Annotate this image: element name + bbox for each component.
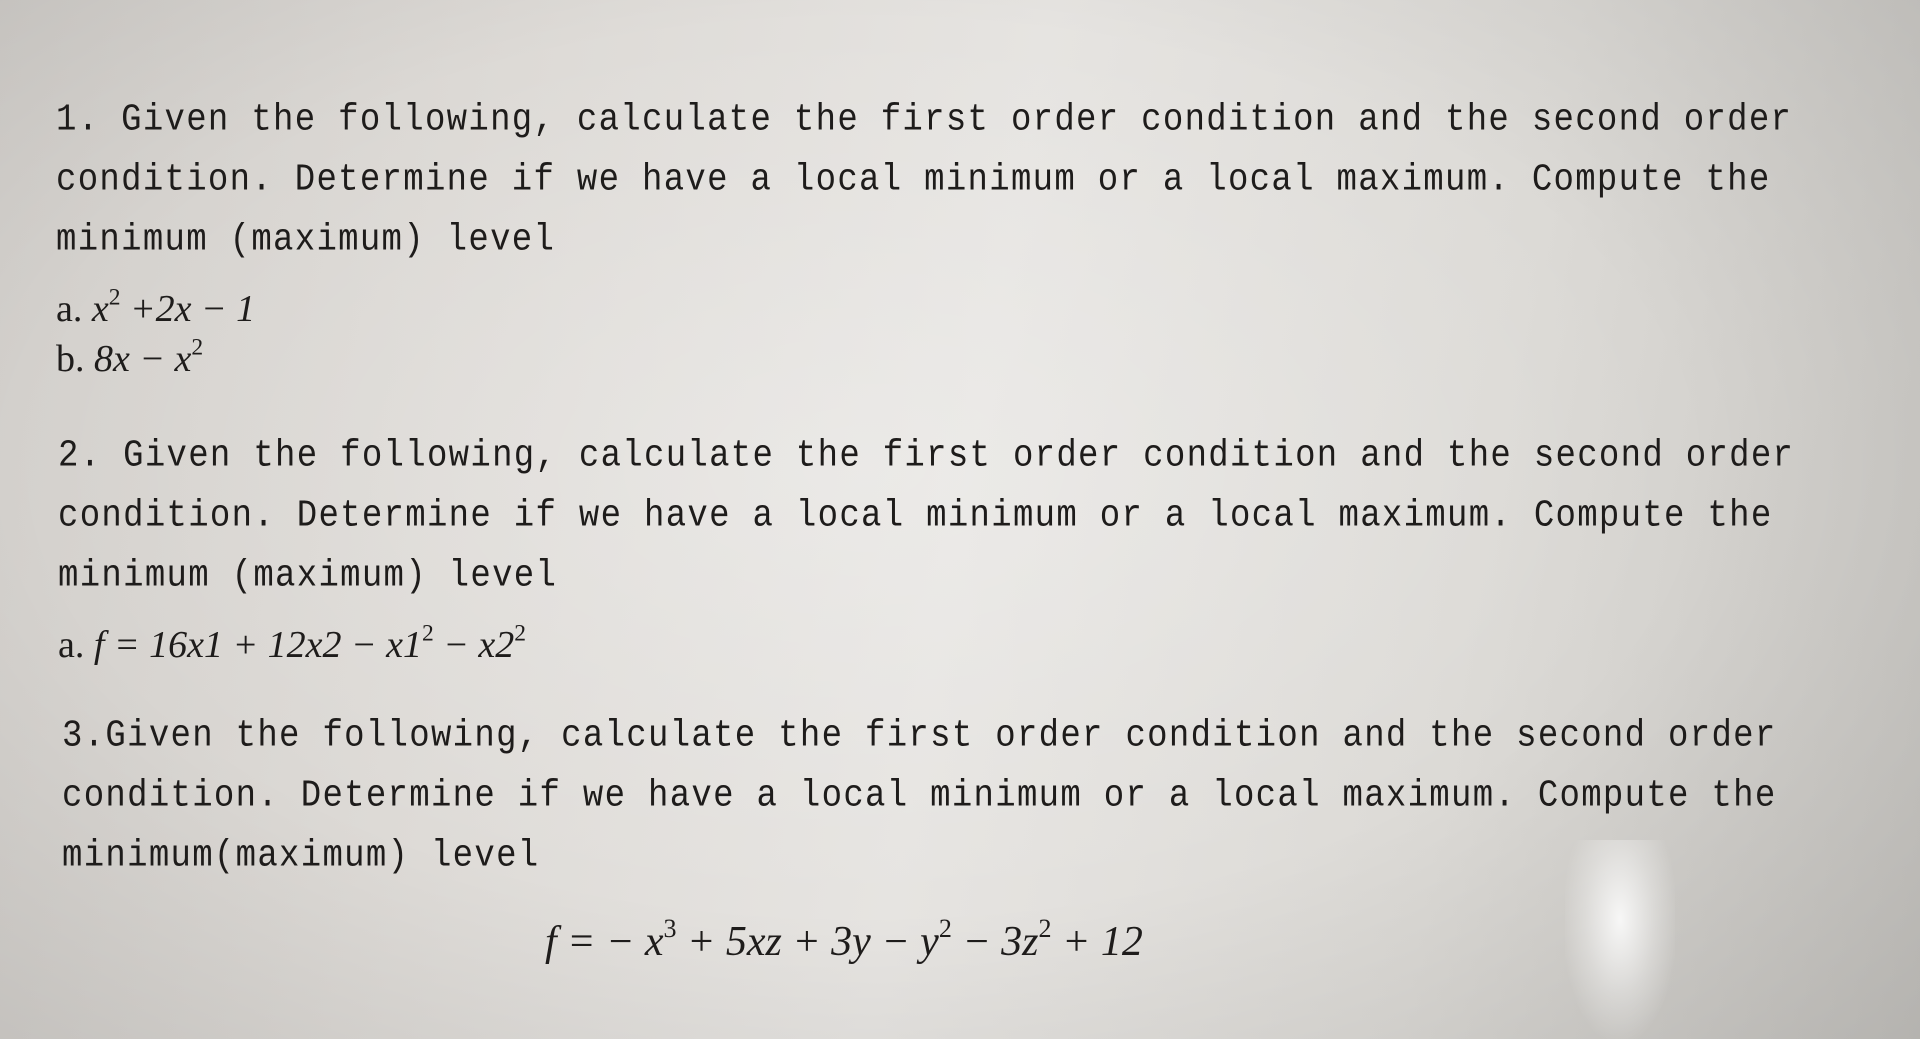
item-expression: +2x − 1	[120, 288, 256, 330]
function-symbol: f	[93, 624, 105, 666]
formula-exponent-3: 2	[1038, 913, 1052, 943]
formula-part-1: = − x	[556, 919, 664, 965]
formula-exponent-1: 3	[663, 913, 677, 943]
question-1-line-2: condition. Determine if we have a local …	[56, 159, 1771, 202]
formula-part-3: − 3z	[951, 919, 1039, 965]
question-3-line-3: minimum(maximum) level	[62, 835, 540, 878]
item-variable: x	[91, 288, 109, 330]
function-symbol: f	[545, 919, 557, 965]
question-3-formula: f = − x3 + 5xz + 3y − y2 − 3z2 + 12	[545, 915, 1143, 966]
item-exponent: 2	[108, 284, 121, 311]
question-1-item-b: b. 8x − x2	[56, 334, 204, 381]
formula-exponent-2: 2	[938, 913, 952, 943]
question-2-line-1: 2. Given the following, calculate the fi…	[58, 435, 1795, 478]
item-label: a.	[58, 624, 85, 666]
question-2-line-3: minimum (maximum) level	[58, 555, 558, 598]
question-3-line-1: 3.Given the following, calculate the fir…	[62, 715, 1777, 758]
light-glare	[1565, 840, 1675, 1039]
formula-part-4: + 12	[1051, 919, 1143, 965]
question-2-line-2: condition. Determine if we have a local …	[58, 495, 1773, 538]
question-1-line-1: 1. Given the following, calculate the fi…	[56, 99, 1793, 142]
question-1-line-3: minimum (maximum) level	[56, 219, 556, 262]
item-label: a.	[56, 288, 83, 330]
question-2-item-a: a. f = 16x1 + 12x2 − x12 − x22	[58, 620, 527, 667]
item-expression-part-2: − x2	[433, 624, 515, 666]
item-label: b.	[56, 338, 85, 380]
formula-part-2: + 5xz + 3y − y	[676, 919, 939, 965]
item-exponent-2: 2	[514, 620, 527, 647]
item-expression-part-1: = 16x1 + 12x2 − x1	[104, 624, 422, 666]
question-1-item-a: a. x2 +2x − 1	[56, 284, 256, 331]
item-exponent: 2	[191, 334, 204, 361]
item-exponent-1: 2	[421, 620, 434, 647]
item-expression: 8x − x	[94, 338, 192, 380]
question-3-line-2: condition. Determine if we have a local …	[62, 775, 1777, 818]
